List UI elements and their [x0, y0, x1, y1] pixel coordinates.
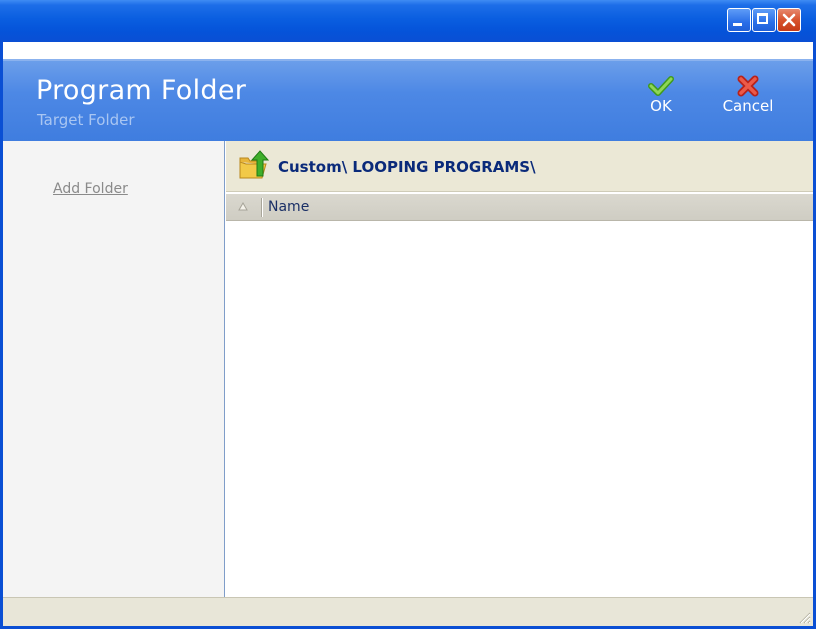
folder-up-icon[interactable]: [238, 150, 270, 182]
column-header-row: Name: [226, 194, 813, 221]
sort-arrow-icon[interactable]: [238, 202, 248, 211]
path-bar: Custom\ LOOPING PROGRAMS\: [226, 141, 813, 192]
minimize-button[interactable]: [727, 8, 751, 32]
ok-button[interactable]: OK: [641, 75, 681, 115]
current-path: Custom\ LOOPING PROGRAMS\: [278, 158, 536, 176]
resize-grip-icon[interactable]: [797, 610, 811, 624]
sidebar: Add Folder: [3, 141, 225, 597]
file-list[interactable]: [226, 221, 813, 597]
dialog-window: Program Folder Target Folder OK Cancel A…: [0, 0, 816, 629]
check-icon: [648, 76, 674, 96]
maximize-button[interactable]: [752, 8, 776, 32]
header-band: Program Folder Target Folder: [3, 59, 813, 141]
add-folder-link[interactable]: Add Folder: [53, 181, 128, 197]
close-button[interactable]: [777, 8, 801, 32]
close-icon: [782, 13, 796, 27]
column-separator[interactable]: [261, 198, 263, 217]
status-bar: [3, 597, 813, 626]
page-subtitle: Target Folder: [37, 111, 135, 129]
title-bar[interactable]: [0, 0, 816, 42]
x-icon: [737, 75, 759, 97]
cancel-button[interactable]: Cancel: [715, 75, 781, 115]
cancel-label: Cancel: [722, 97, 774, 115]
ok-label: OK: [650, 97, 672, 115]
column-header-name[interactable]: Name: [268, 199, 309, 215]
page-title: Program Folder: [36, 75, 247, 106]
